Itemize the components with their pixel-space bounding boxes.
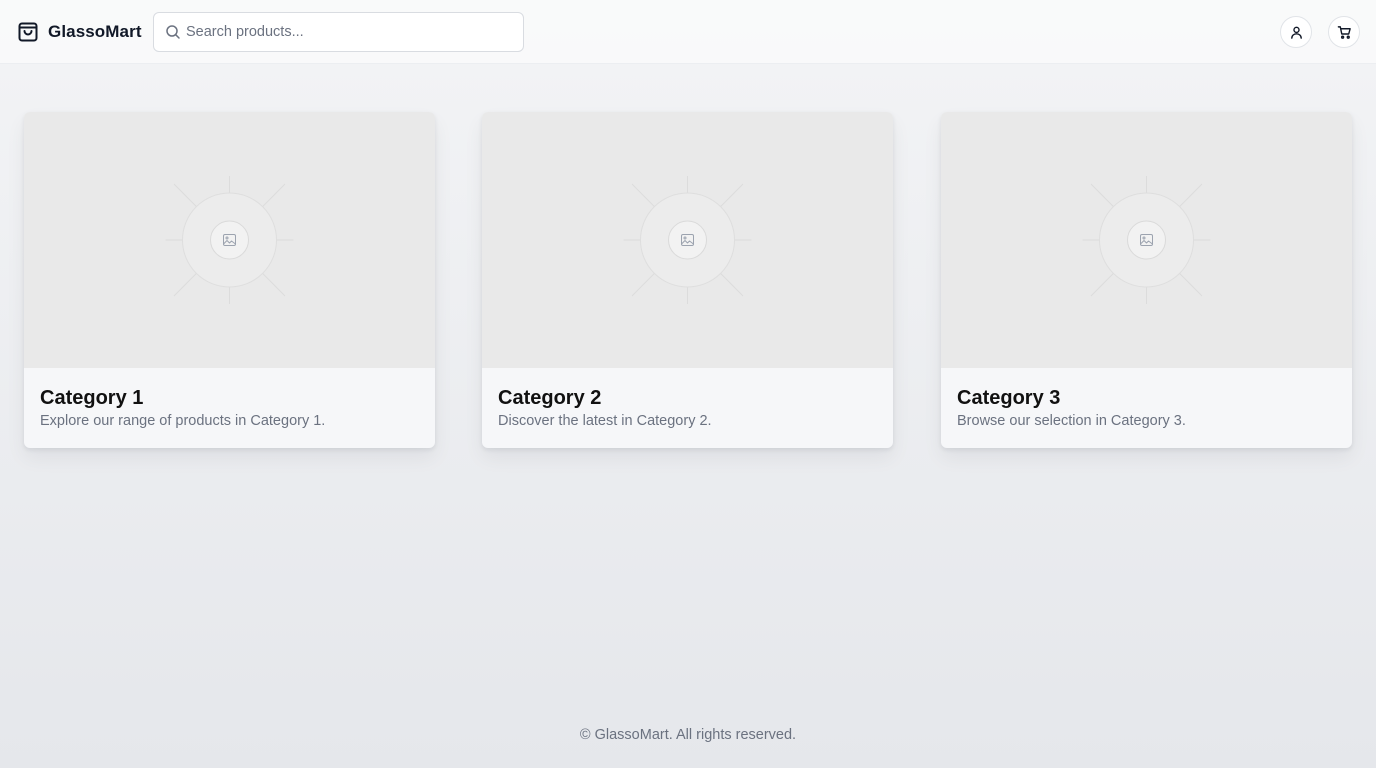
category-card[interactable]: Category 3 Browse our selection in Categ… <box>941 112 1352 448</box>
brand-name: GlassoMart <box>48 22 142 41</box>
category-description: Explore our range of products in Categor… <box>40 413 326 429</box>
category-description: Browse our selection in Category 3. <box>957 413 1186 429</box>
image-placeholder-icon <box>623 176 752 304</box>
category-description: Discover the latest in Category 2. <box>498 413 712 429</box>
user-icon <box>1290 26 1302 39</box>
cart-button[interactable] <box>1328 16 1360 48</box>
search-icon <box>166 25 180 39</box>
category-card[interactable]: Category 1 Explore our range of products… <box>24 112 435 448</box>
image-placeholder-icon <box>165 176 294 304</box>
category-image-placeholder <box>24 112 435 368</box>
category-card[interactable]: Category 2 Discover the latest in Catego… <box>482 112 893 448</box>
category-image-placeholder <box>941 112 1352 368</box>
search-bar[interactable] <box>153 12 524 52</box>
category-image-placeholder <box>482 112 893 368</box>
top-nav: GlassoMart <box>0 0 1376 64</box>
category-title: Category 1 <box>40 387 144 409</box>
category-title: Category 3 <box>957 387 1061 409</box>
category-title: Category 2 <box>498 387 602 409</box>
footer-copyright: © GlassoMart. All rights reserved. <box>579 727 797 743</box>
shopping-cart-icon <box>1337 25 1351 39</box>
search-input[interactable] <box>186 13 516 51</box>
shopping-bag-icon <box>18 22 38 42</box>
brand-logo[interactable]: GlassoMart <box>16 20 142 44</box>
image-placeholder-icon <box>1082 176 1211 304</box>
account-button[interactable] <box>1280 16 1312 48</box>
